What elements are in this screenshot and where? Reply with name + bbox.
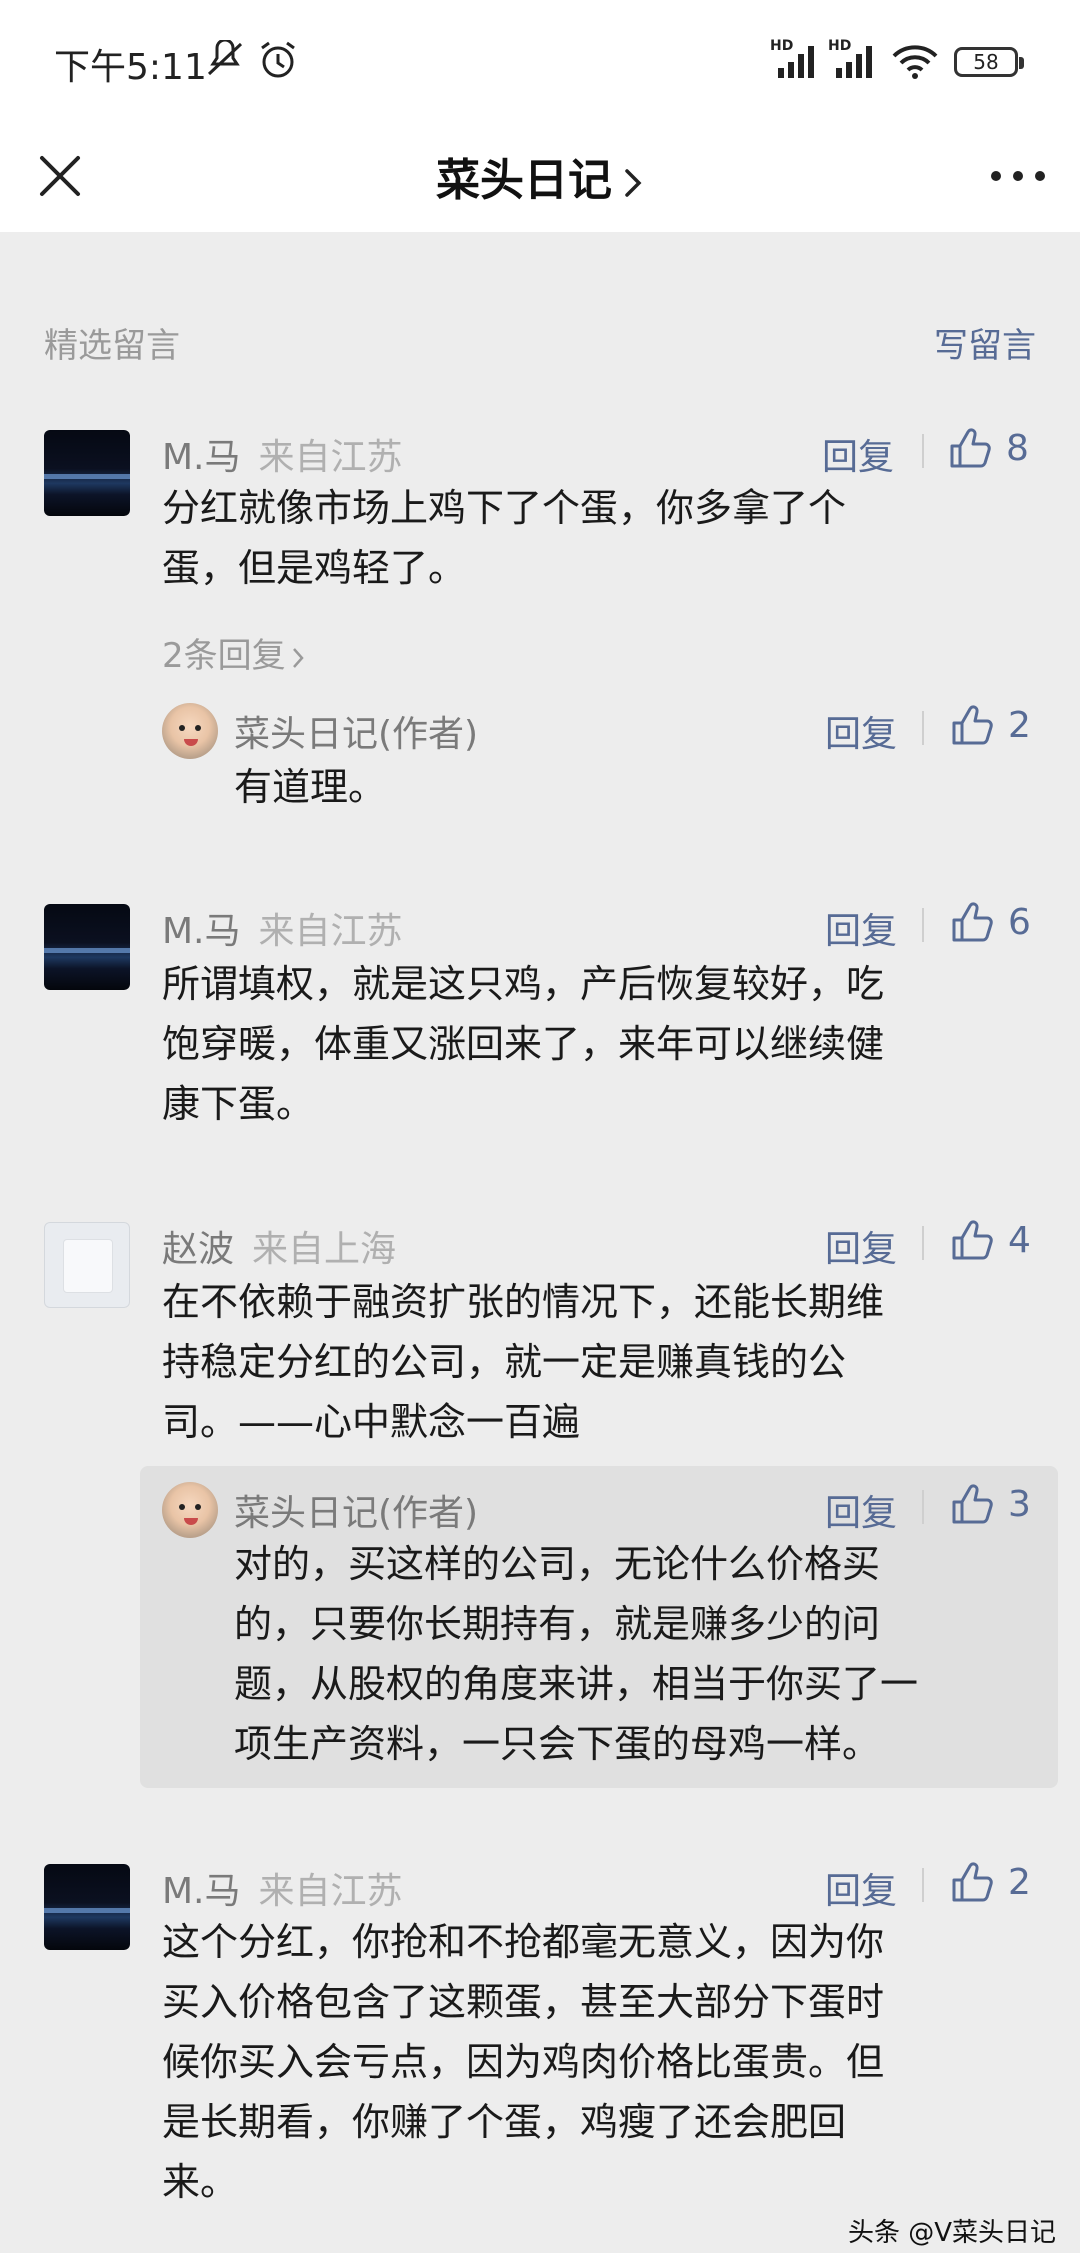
comment-body: 在不依赖于融资扩张的情况下，还能长期维 持稳定分红的公司，就一定是赚真钱的公 司… (162, 1272, 884, 1452)
more-replies-text: 2条回复 (162, 636, 286, 676)
comment-line: 饱穿暖，体重又涨回来了，来年可以继续健 (162, 1022, 885, 1066)
commenter-location: 来自江苏 (258, 911, 403, 952)
divider (922, 711, 924, 745)
thumbs-up-icon[interactable] (950, 1482, 994, 1526)
commenter-location: 来自江苏 (258, 437, 403, 478)
signal-icon (778, 46, 814, 78)
divider (922, 1868, 924, 1902)
comment-line: 康下蛋。 (162, 1082, 315, 1126)
like-count: 2 (1008, 1862, 1031, 1903)
like-count: 6 (1008, 902, 1031, 943)
comment-line: 是长期看，你赚了个蛋，鸡瘦了还会肥回 (162, 2100, 847, 2144)
commenter-location: 来自上海 (252, 1229, 397, 1270)
comment-body: 这个分红，你抢和不抢都毫无意义，因为你 买入价格包含了这颗蛋，甚至大部分下蛋时 … (162, 1912, 884, 2212)
commenter-name: 赵波 来自上海 (162, 1220, 396, 1272)
avatar[interactable] (44, 430, 130, 516)
more-icon[interactable] (986, 156, 1050, 196)
reply-button[interactable]: 回复 (825, 705, 897, 757)
reply-author-name: 菜头日记(作者) (234, 714, 479, 755)
commenter-name-text: M.马 (162, 911, 241, 952)
author-avatar[interactable] (162, 703, 218, 759)
comment-body: 所谓填权，就是这只鸡，产后恢复较好，吃 饱穿暖，体重又涨回来了，来年可以继续健 … (162, 954, 884, 1134)
write-comment-button[interactable]: 写留言 (934, 318, 1036, 367)
thumbs-up-icon[interactable] (950, 1218, 994, 1262)
commenter-location: 来自江苏 (258, 1871, 403, 1912)
reply-author-name: 菜头日记(作者) (234, 1493, 479, 1534)
reply-button[interactable]: 回复 (825, 1484, 897, 1536)
signal-icon-2 (836, 46, 872, 78)
alarm-icon (261, 41, 295, 78)
divider (922, 908, 924, 942)
commenter-name: M.马 来自江苏 (162, 902, 403, 954)
comment-line: 司。——心中默念一百遍 (162, 1400, 581, 1444)
comment-line: 候你买入会亏点，因为鸡肉价格比蛋贵。但 (162, 2040, 885, 2084)
status-time: 下午5:11 (54, 47, 207, 88)
comment-body: 分红就像市场上鸡下了个蛋，你多拿了个 蛋，但是鸡轻了。 (162, 478, 846, 598)
more-replies-link[interactable]: 2条回复 (162, 628, 306, 677)
status-bar: 下午5:11 HD HD 58 (0, 0, 1080, 120)
comment-line: 持稳定分红的公司，就一定是赚真钱的公 (162, 1340, 847, 1384)
watermark: 头条 @V菜头日记 (847, 2218, 1056, 2248)
reply-body: 对的，买这样的公司，无论什么价格买 的，只要你长期持有，就是赚多少的问 题，从股… (234, 1534, 918, 1774)
wifi-icon (892, 45, 938, 79)
comment-line: 分红就像市场上鸡下了个蛋，你多拿了个 (162, 486, 847, 530)
like-count: 4 (1008, 1220, 1031, 1261)
page-title-text: 菜头日记 (436, 155, 612, 206)
comment-line: 买入价格包含了这颗蛋，甚至大部分下蛋时 (162, 1980, 885, 2024)
reply-line: 的，只要你长期持有，就是赚多少的问 (234, 1602, 881, 1646)
comment-line: 在不依赖于融资扩张的情况下，还能长期维 (162, 1280, 885, 1324)
commenter-name: M.马 来自江苏 (162, 428, 403, 480)
like-count: 8 (1006, 428, 1029, 469)
commenter-name-text: M.马 (162, 437, 241, 478)
comment-line: 所谓填权，就是这只鸡，产后恢复较好，吃 (162, 962, 885, 1006)
reply-line: 项生产资料，一只会下蛋的母鸡一样。 (234, 1722, 881, 1766)
nav-bar: 菜头日记 (0, 120, 1080, 232)
page-title[interactable]: 菜头日记 (0, 144, 1080, 208)
thumbs-up-icon[interactable] (950, 900, 994, 944)
reply-line: 对的，买这样的公司，无论什么价格买 (234, 1542, 881, 1586)
reply-body: 有道理。 (234, 757, 386, 817)
thumbs-up-icon[interactable] (950, 1860, 994, 1904)
divider (922, 434, 924, 468)
chevron-right-icon (292, 647, 304, 668)
author-avatar[interactable] (162, 1482, 218, 1538)
thumbs-up-icon[interactable] (948, 426, 992, 470)
like-count: 2 (1008, 705, 1031, 746)
avatar[interactable] (44, 1864, 130, 1950)
mute-icon (207, 40, 243, 76)
battery-icon: 58 (954, 47, 1024, 77)
reply-button[interactable]: 回复 (825, 902, 897, 954)
thumbs-up-icon[interactable] (950, 703, 994, 747)
like-count: 3 (1008, 1484, 1031, 1525)
reply-line: 题，从股权的角度来讲，相当于你买了一 (234, 1662, 919, 1706)
comment-line: 来。 (162, 2160, 239, 2204)
reply-button[interactable]: 回复 (822, 428, 894, 480)
commenter-name-text: M.马 (162, 1871, 241, 1912)
section-title: 精选留言 (44, 326, 180, 366)
commenter-name: M.马 来自江苏 (162, 1862, 403, 1914)
comment-line: 这个分红，你抢和不抢都毫无意义，因为你 (162, 1920, 885, 1964)
divider (922, 1490, 924, 1524)
reply-button[interactable]: 回复 (825, 1862, 897, 1914)
divider (922, 1226, 924, 1260)
chevron-right-icon (625, 169, 642, 197)
avatar[interactable] (44, 1222, 130, 1308)
reply-line: 有道理。 (234, 765, 387, 809)
avatar[interactable] (44, 904, 130, 990)
commenter-name-text: 赵波 (162, 1229, 235, 1270)
comment-line: 蛋，但是鸡轻了。 (162, 546, 467, 590)
reply-button[interactable]: 回复 (825, 1220, 897, 1272)
